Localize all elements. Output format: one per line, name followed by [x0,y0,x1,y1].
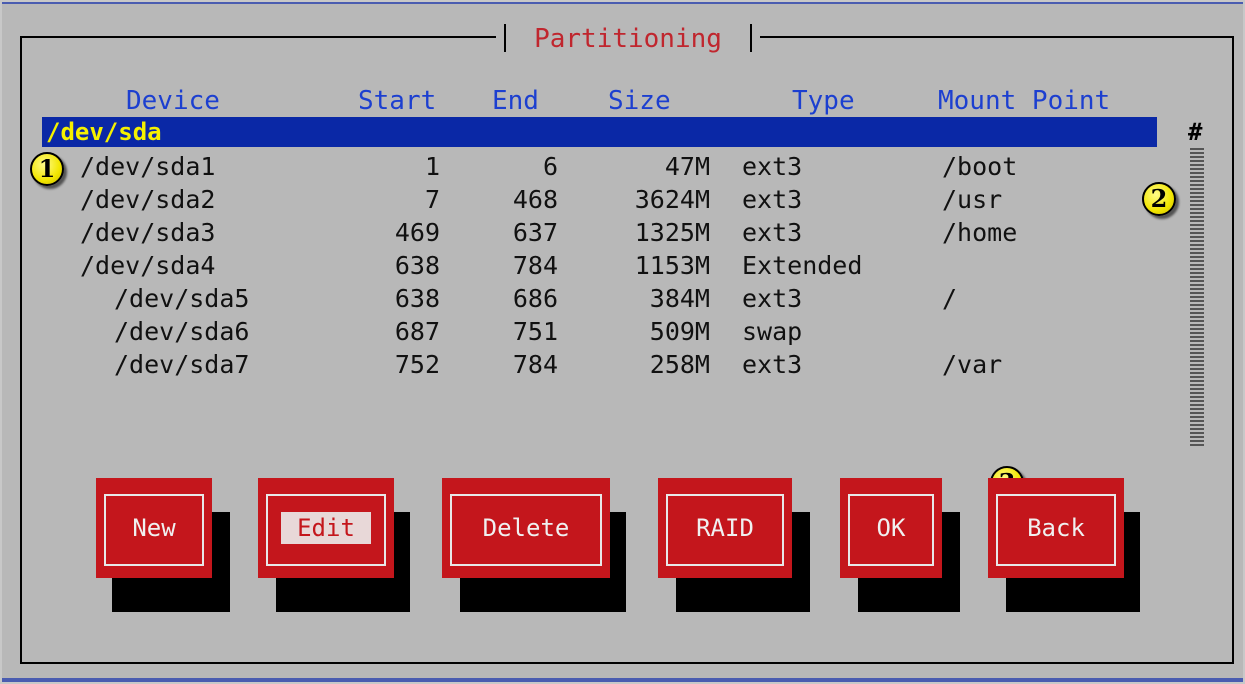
cell-end: 751 [512,317,558,346]
cell-device: /dev/sda6 [114,317,250,346]
raid-button-label: RAID [696,514,754,542]
cell-type: ext3 [742,185,803,214]
cell-mount: /boot [942,152,1018,181]
cell-type: swap [742,317,803,346]
cell-start: 687 [394,317,440,346]
ok-button[interactable]: OK [840,478,942,578]
cell-type: ext3 [742,218,803,247]
cell-start: 638 [394,284,440,313]
cell-end: 784 [512,251,558,280]
cell-end: 686 [512,284,558,313]
column-header-type: Type [792,86,855,116]
cell-start: 7 [424,185,440,214]
new-button[interactable]: New [96,478,212,578]
column-header-end: End [492,86,539,116]
edit-button-label: Edit [281,512,371,544]
cell-type: Extended [742,251,863,280]
callout-1-icon: 1 [30,152,64,186]
scrollbar-thumb[interactable]: # [1188,118,1202,146]
cell-end: 468 [512,185,558,214]
cell-start: 469 [394,218,440,247]
delete-button-label: Delete [482,514,570,542]
cell-mount: / [942,284,958,313]
cell-device: /dev/sda2 [80,185,216,214]
cell-mount: /usr [942,185,1003,214]
raid-button[interactable]: RAID [658,478,792,578]
cell-end: 637 [512,218,558,247]
column-header-mount-point: Mount Point [938,86,1111,116]
cell-size: 3624M [634,185,710,214]
cell-size: 1325M [634,218,710,247]
dialog-title: Partitioning [534,24,722,54]
edit-button-label-wrap: Edit [258,478,394,578]
cell-size: 509M [649,317,710,346]
ok-button-label: OK [876,514,906,542]
cell-size: 258M [649,350,710,379]
cell-mount: /var [942,350,1003,379]
cell-device: /dev/sda3 [80,218,216,247]
cell-device: /dev/sda4 [80,251,216,280]
cell-size: 1153M [634,251,710,280]
cell-end: 6 [542,152,558,181]
delete-button[interactable]: Delete [442,478,610,578]
cell-device: /dev/sda7 [114,350,250,379]
edit-button[interactable]: Edit [258,478,394,578]
title-bracket-right [750,24,752,52]
cell-type: ext3 [742,152,803,181]
cell-size: 47M [664,152,710,181]
cell-device: /dev/sda5 [114,284,250,313]
scrollbar-track[interactable] [1190,148,1204,446]
back-button[interactable]: Back [988,478,1124,578]
back-button-label: Back [1027,514,1085,542]
new-button-label: New [132,514,176,542]
column-header-size: Size [608,86,671,116]
column-header-start: Start [358,86,437,116]
cell-end: 784 [512,350,558,379]
cell-mount: /home [942,218,1018,247]
callout-2-icon: 2 [1142,182,1176,216]
drive-row-selected[interactable]: /dev/sda [42,117,1157,147]
cell-start: 752 [394,350,440,379]
column-header-device: Device [126,86,220,116]
cell-type: ext3 [742,284,803,313]
cell-type: ext3 [742,350,803,379]
cell-start: 638 [394,251,440,280]
cell-device: /dev/sda1 [80,152,216,181]
cell-start: 1 [424,152,440,181]
dialog-title-box: Partitioning [496,18,760,54]
cell-size: 384M [649,284,710,313]
